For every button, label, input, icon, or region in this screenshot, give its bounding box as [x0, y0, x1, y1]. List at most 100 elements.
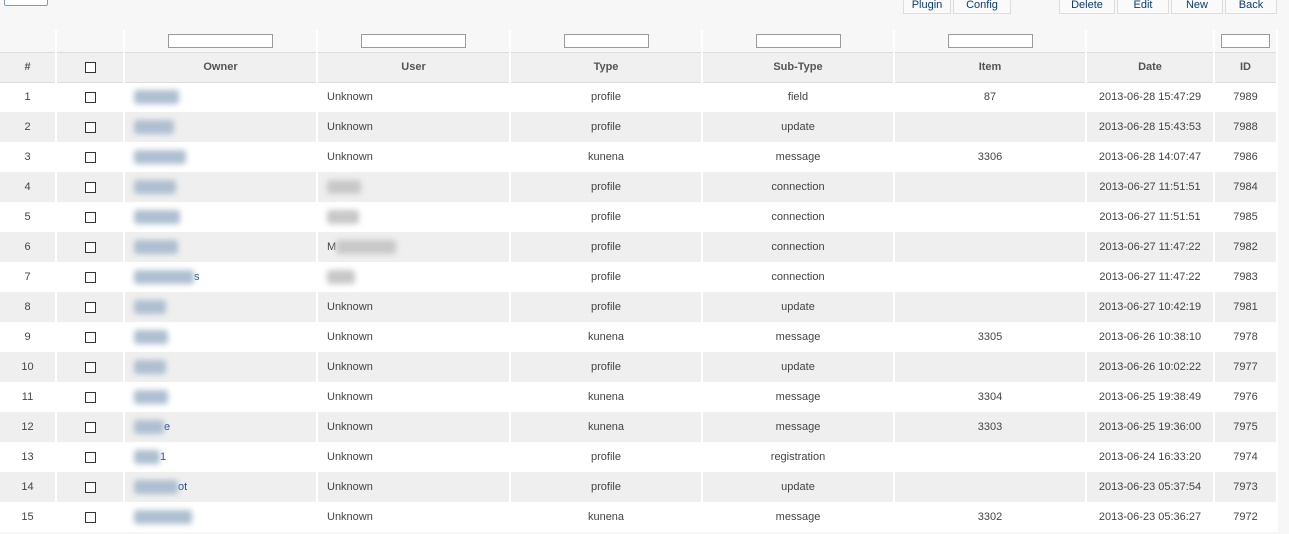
subtype-cell: registration — [702, 442, 895, 472]
col-header-num[interactable]: # — [0, 51, 57, 83]
row-checkbox[interactable] — [84, 181, 96, 193]
col-header-date[interactable]: Date — [1086, 51, 1215, 83]
row-checkbox[interactable] — [84, 361, 96, 373]
owner-link[interactable]: 1 — [124, 442, 318, 472]
table-row: 1 Unknown profile field 87 2013-06-28 15:47:2… — [0, 82, 1278, 112]
redacted-owner — [134, 510, 192, 524]
owner-link[interactable]: s — [124, 262, 318, 292]
owner-link[interactable] — [124, 112, 318, 142]
owner-link[interactable]: e — [124, 412, 318, 442]
owner-filter-input[interactable] — [168, 33, 273, 48]
col-header-user[interactable]: User — [317, 51, 511, 83]
item-cell: 3303 — [894, 412, 1087, 442]
new-button[interactable]: New — [1171, 0, 1223, 14]
owner-link[interactable] — [124, 202, 318, 232]
id-cell: 7974 — [1214, 442, 1278, 472]
subtype-cell: message — [702, 412, 895, 442]
id-cell: 7989 — [1214, 82, 1278, 112]
col-header-type[interactable]: Type — [510, 51, 703, 83]
subtype-filter-input[interactable] — [755, 33, 841, 48]
table-row: 14 ot Unknown profile update 2013-06-23 05:37… — [0, 472, 1278, 502]
table-row: 3 Unknown kunena message 3306 2013-06-28 14:0… — [0, 142, 1278, 172]
id-cell: 7983 — [1214, 262, 1278, 292]
row-checkbox[interactable] — [84, 91, 96, 103]
table-row: 15 Unknown kunena message 3302 2013-06-23 05:… — [0, 502, 1278, 532]
item-filter-input[interactable] — [947, 33, 1033, 48]
owner-link[interactable] — [124, 502, 318, 532]
id-filter-input[interactable] — [1221, 33, 1270, 48]
col-header-owner[interactable]: Owner — [124, 51, 318, 83]
subtype-cell: update — [702, 472, 895, 502]
type-filter-input[interactable] — [563, 33, 649, 48]
row-checkbox[interactable] — [84, 121, 96, 133]
user-filter-input[interactable] — [361, 33, 466, 48]
config-button[interactable]: Config — [953, 0, 1011, 14]
type-cell: profile — [510, 202, 703, 232]
user-name: Unknown — [327, 151, 373, 163]
user-name: Unknown — [327, 481, 373, 493]
type-cell: kunena — [510, 322, 703, 352]
redacted-owner — [134, 300, 166, 314]
user-cell — [317, 172, 511, 202]
owner-link[interactable] — [124, 82, 318, 112]
row-checkbox[interactable] — [84, 151, 96, 163]
subtype-cell: connection — [702, 172, 895, 202]
col-header-item[interactable]: Item — [894, 51, 1087, 83]
delete-button[interactable]: Delete — [1059, 0, 1115, 14]
date-cell: 2013-06-26 10:02:22 — [1086, 352, 1215, 382]
user-name: Unknown — [327, 91, 373, 104]
select-all-checkbox[interactable] — [84, 61, 96, 73]
owner-link[interactable] — [124, 292, 318, 322]
row-checkbox[interactable] — [84, 211, 96, 223]
subtype-cell: connection — [702, 262, 895, 292]
row-checkbox[interactable] — [84, 451, 96, 463]
date-cell: 2013-06-28 15:43:53 — [1086, 112, 1215, 142]
row-number: 4 — [0, 172, 57, 202]
list-icon — [4, 0, 48, 6]
row-checkbox[interactable] — [84, 481, 96, 493]
user-cell: Unknown — [317, 412, 511, 442]
owner-link[interactable] — [124, 382, 318, 412]
item-cell: 3306 — [894, 142, 1087, 172]
owner-link[interactable] — [124, 232, 318, 262]
table-row: 13 1 Unknown profile registration 2013-06-24 … — [0, 442, 1278, 472]
owner-link[interactable] — [124, 352, 318, 382]
user-name: Unknown — [327, 331, 373, 343]
type-cell: profile — [510, 172, 703, 202]
col-header-id[interactable]: ID — [1214, 51, 1278, 83]
plugin-button[interactable]: Plugin — [903, 0, 951, 14]
owner-link[interactable]: ot — [124, 472, 318, 502]
col-header-subtype[interactable]: Sub-Type — [702, 51, 895, 83]
table-row: 5 profile connection 2013-06-27 11:51:51 798… — [0, 202, 1278, 232]
redacted-owner — [134, 90, 179, 105]
owner-link[interactable] — [124, 142, 318, 172]
user-cell — [317, 262, 511, 292]
row-checkbox[interactable] — [84, 511, 96, 523]
user-name: Unknown — [327, 421, 373, 433]
id-cell: 7988 — [1214, 112, 1278, 142]
date-cell: 2013-06-28 15:47:29 — [1086, 82, 1215, 112]
row-number: 5 — [0, 202, 57, 232]
table-row: 8 Unknown profile update 2013-06-27 10:42:19… — [0, 292, 1278, 322]
row-checkbox[interactable] — [84, 391, 96, 403]
type-cell: kunena — [510, 382, 703, 412]
table-body: 1 Unknown profile field 87 2013-06-28 15:47:2… — [0, 82, 1278, 532]
owner-link[interactable] — [124, 322, 318, 352]
edit-button[interactable]: Edit — [1117, 0, 1169, 14]
date-cell: 2013-06-24 16:33:20 — [1086, 442, 1215, 472]
back-button[interactable]: Back — [1225, 0, 1277, 14]
redacted-owner — [134, 330, 168, 344]
owner-link[interactable] — [124, 172, 318, 202]
user-cell: Unknown — [317, 292, 511, 322]
type-cell: profile — [510, 472, 703, 502]
id-cell: 7977 — [1214, 352, 1278, 382]
row-checkbox[interactable] — [84, 241, 96, 253]
owner-name: s — [194, 270, 200, 283]
row-checkbox[interactable] — [84, 301, 96, 313]
subtype-cell: field — [702, 82, 895, 112]
row-checkbox[interactable] — [84, 331, 96, 343]
row-checkbox[interactable] — [84, 421, 96, 433]
row-checkbox[interactable] — [84, 271, 96, 283]
row-number: 12 — [0, 412, 57, 442]
user-name: Unknown — [327, 391, 373, 403]
